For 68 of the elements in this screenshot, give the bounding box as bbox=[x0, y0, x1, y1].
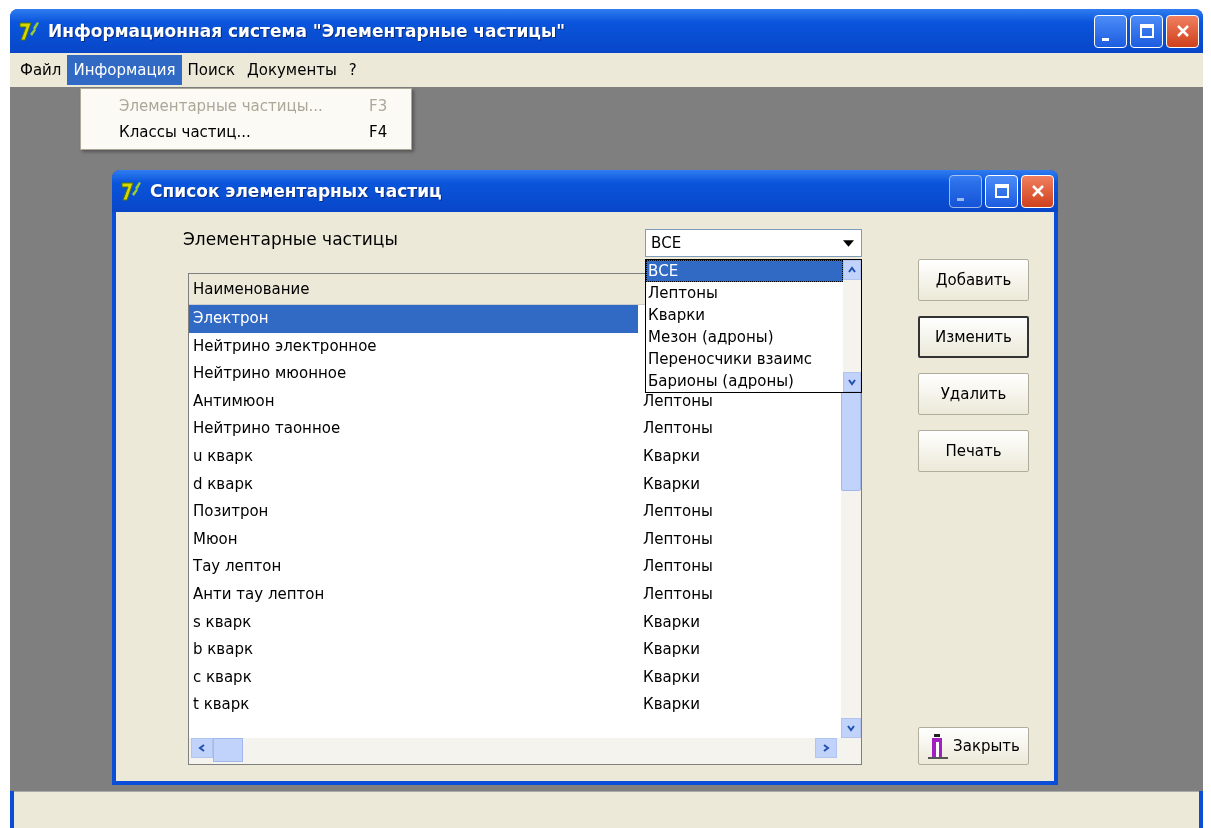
minimize-button[interactable] bbox=[1094, 14, 1127, 48]
app-icon bbox=[18, 20, 42, 42]
dropdown-option[interactable]: ВСЕ bbox=[646, 260, 843, 282]
dropdown-option[interactable]: Барионы (адроны) bbox=[646, 370, 843, 392]
minimize-icon bbox=[957, 197, 964, 201]
table-cell[interactable]: c кварк bbox=[189, 663, 638, 692]
table-cell-text: Лептоны bbox=[642, 390, 714, 412]
dropdown-option[interactable]: Лептоны bbox=[646, 282, 843, 304]
caret-icon bbox=[843, 239, 854, 247]
window-title: Информационная система "Элементарные частицы" bbox=[48, 21, 566, 41]
table-cell-text: Лептоны bbox=[642, 583, 714, 605]
door-exit-icon bbox=[927, 733, 950, 759]
menu-item[interactable]: Информация bbox=[67, 55, 182, 85]
action-button[interactable]: Печать bbox=[918, 430, 1029, 472]
table-cell[interactable]: d кварк bbox=[189, 470, 638, 499]
window-title: Список элементарных частиц bbox=[150, 181, 442, 201]
scroll-up-icon[interactable] bbox=[843, 260, 861, 280]
table-cell[interactable]: Антимюон bbox=[189, 387, 638, 416]
table-cell-text: Лептоны bbox=[642, 528, 714, 550]
table-cell-text: Кварки bbox=[642, 694, 701, 716]
table-cell-text: Кварки bbox=[642, 473, 701, 495]
table-cell[interactable]: u кварк bbox=[189, 442, 638, 471]
table-cell-text: Лептоны bbox=[642, 556, 714, 578]
action-button[interactable]: Добавить bbox=[918, 259, 1029, 301]
dropdown-option[interactable]: Мезон (адроны) bbox=[646, 326, 843, 348]
table-cell[interactable]: Нейтрино электронное bbox=[189, 332, 638, 361]
scroll-thumb[interactable] bbox=[213, 738, 243, 762]
scroll-down-icon[interactable] bbox=[841, 718, 861, 738]
menu-item[interactable]: ? bbox=[342, 55, 363, 85]
table-cell[interactable]: Анти тау лептон bbox=[189, 580, 638, 609]
close-button[interactable] bbox=[1021, 174, 1054, 208]
dropdown-option[interactable]: Переносчики взаимс bbox=[646, 348, 843, 370]
filter-label: Элементарные частицы bbox=[183, 229, 399, 249]
minimize-icon bbox=[1102, 37, 1109, 41]
table-cell[interactable]: s кварк bbox=[189, 608, 638, 637]
scroll-left-icon[interactable] bbox=[191, 738, 213, 758]
dropdown-option[interactable]: Кварки bbox=[646, 304, 843, 326]
menu-entry[interactable]: Классы частиц... F4 bbox=[81, 119, 411, 145]
table-cell-text: Кварки bbox=[642, 445, 701, 467]
close-window-button[interactable]: Закрыть bbox=[918, 727, 1029, 765]
menu-item[interactable]: Поиск bbox=[181, 55, 241, 85]
action-button[interactable]: Изменить bbox=[918, 316, 1029, 358]
menu-item[interactable]: Файл bbox=[14, 55, 68, 85]
table-cell[interactable]: Электрон bbox=[189, 305, 638, 333]
scrollbar[interactable] bbox=[843, 260, 861, 392]
table-cell[interactable]: Нейтрино мюонное bbox=[189, 360, 638, 388]
maximize-button[interactable] bbox=[1130, 14, 1163, 48]
minimize-button[interactable] bbox=[949, 174, 982, 208]
table-cell-text: Кварки bbox=[642, 611, 701, 633]
table-cell-text: Лептоны bbox=[642, 418, 714, 440]
horizontal-scrollbar[interactable] bbox=[189, 738, 861, 764]
table-cell-text: Кварки bbox=[642, 639, 701, 661]
app-icon bbox=[120, 180, 144, 202]
table-cell[interactable]: Мюон bbox=[189, 525, 638, 554]
table-cell-text: Лептоны bbox=[642, 501, 714, 523]
table-cell[interactable]: t кварк bbox=[189, 691, 638, 719]
table-cell[interactable]: Нейтрино таонное bbox=[189, 415, 638, 443]
action-button[interactable]: Удалить bbox=[918, 373, 1029, 415]
close-button[interactable] bbox=[1166, 14, 1199, 48]
maximize-button[interactable] bbox=[985, 174, 1018, 208]
table-cell[interactable]: b кварк bbox=[189, 636, 638, 664]
scroll-down-icon[interactable] bbox=[843, 372, 861, 392]
table-cell[interactable]: Тау лептон bbox=[189, 553, 638, 581]
table-cell[interactable]: Позитрон bbox=[189, 498, 638, 526]
scroll-right-icon[interactable] bbox=[815, 738, 837, 758]
menu-item[interactable]: Документы bbox=[241, 55, 343, 85]
filter-dropdown[interactable]: ВСЕ bbox=[645, 229, 862, 257]
table-cell-text: Кварки bbox=[642, 666, 701, 688]
